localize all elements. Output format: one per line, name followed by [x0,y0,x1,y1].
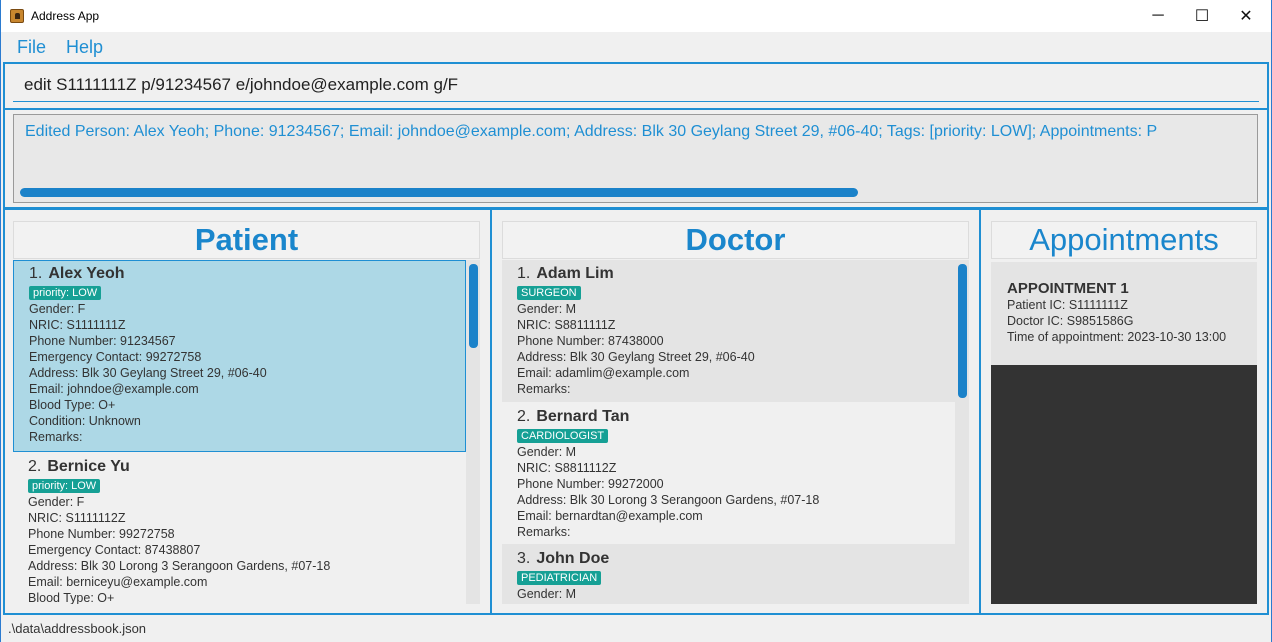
doctor-list: 1. Adam Lim SURGEON Gender: M NRIC: S8811… [502,260,969,604]
specialty-tag: PEDIATRICIAN [517,571,602,585]
specialty-tag: SURGEON [517,286,581,300]
result-horizontal-scrollbar[interactable] [20,188,858,197]
doctor-card[interactable]: 3. John Doe PEDIATRICIAN Gender: M [502,544,955,604]
window-title: Address App [31,9,100,23]
patient-list: 1. Alex Yeoh priority: LOW Gender: F NRIC… [13,260,480,604]
doctor-email: Email: adamlim@example.com [517,366,690,380]
doctor-card[interactable]: 1. Adam Lim SURGEON Gender: M NRIC: S8811… [502,260,955,402]
patient-emergency-contact: Emergency Contact: 87438807 [28,543,201,557]
minimize-button[interactable]: ─ [1135,0,1181,32]
patient-phone: Phone Number: 99272758 [28,527,175,541]
doctor-name: 3. John Doe [517,550,610,567]
doctor-phone: Phone Number: 99272000 [517,477,664,491]
patient-nric: NRIC: S1111111Z [29,318,126,332]
command-input[interactable] [13,68,1259,102]
maximize-button[interactable]: ☐ [1179,0,1225,32]
patient-header: Patient [13,221,480,259]
appointments-header: Appointments [991,221,1257,259]
doctor-gender: Gender: M [517,445,577,459]
patient-card-selected[interactable]: 1. Alex Yeoh priority: LOW Gender: F NRIC… [13,260,466,452]
patient-list-scrollbar[interactable] [469,264,478,348]
doctor-address: Address: Blk 30 Lorong 3 Serangoon Garde… [517,493,820,507]
title-bar [1,0,1271,32]
close-button[interactable]: ✕ [1223,0,1269,32]
menu-help[interactable]: Help [66,37,103,58]
save-location: .\data\addressbook.json [8,621,147,636]
status-bar [1,616,1271,642]
specialty-tag: CARDIOLOGIST [517,429,609,443]
patient-condition: Condition: Unknown [29,414,141,428]
appointment-time: Time of appointment: 2023-10-30 13:00 [1007,330,1227,344]
appointment-card[interactable]: APPOINTMENT 1 Patient IC: S1111111Z Doct… [991,262,1257,365]
app-window: Address App ─ ☐ ✕ File Help Edited Perso… [0,0,1272,642]
doctor-address: Address: Blk 30 Geylang Street 29, #06-4… [517,350,755,364]
patient-blood-type: Blood Type: O+ [28,591,115,604]
patient-gender: Gender: F [29,302,86,316]
appointment-title: APPOINTMENT 1 [1007,280,1129,297]
priority-tag: priority: LOW [28,479,101,493]
patient-gender: Gender: F [28,495,85,509]
patient-name: 2. Bernice Yu [28,458,130,475]
result-text: Edited Person: Alex Yeoh; Phone: 9123456… [25,123,1158,140]
patient-remarks: Remarks: [29,430,83,444]
result-display: Edited Person: Alex Yeoh; Phone: 9123456… [13,114,1258,203]
doctor-remarks: Remarks: [517,525,571,539]
patient-email: Email: johndoe@example.com [29,382,199,396]
menu-file[interactable]: File [17,37,46,58]
doctor-name: 1. Adam Lim [517,265,614,282]
doctor-gender: Gender: M [517,302,577,316]
doctor-email: Email: bernardtan@example.com [517,509,703,523]
doctor-card[interactable]: 2. Bernard Tan CARDIOLOGIST Gender: M NRI… [502,402,955,544]
column-divider [979,210,981,614]
patient-name: 1. Alex Yeoh [29,265,125,282]
patient-nric: NRIC: S1111112Z [28,511,126,525]
appointment-doctor-ic: Doctor IC: S9851586G [1007,314,1134,328]
patient-address: Address: Blk 30 Geylang Street 29, #06-4… [29,366,267,380]
patient-blood-type: Blood Type: O+ [29,398,116,412]
menu-bar [1,32,1271,62]
doctor-name: 2. Bernard Tan [517,408,630,425]
doctor-phone: Phone Number: 87438000 [517,334,664,348]
priority-tag: priority: LOW [29,286,102,300]
doctor-list-scrollbar[interactable] [958,264,967,398]
doctor-header: Doctor [502,221,969,259]
patient-phone: Phone Number: 91234567 [29,334,176,348]
patient-email: Email: berniceyu@example.com [28,575,208,589]
doctor-nric: NRIC: S8811112Z [517,461,617,475]
address-book-icon [10,9,24,23]
appointment-patient-ic: Patient IC: S1111111Z [1007,298,1128,312]
patient-address: Address: Blk 30 Lorong 3 Serangoon Garde… [28,559,331,573]
patient-card[interactable]: 2. Bernice Yu priority: LOW Gender: F NRI… [13,452,466,604]
column-divider [490,210,492,614]
doctor-remarks: Remarks: [517,382,571,396]
appointments-empty-area [991,365,1257,604]
patient-emergency-contact: Emergency Contact: 99272758 [29,350,202,364]
doctor-nric: NRIC: S8811111Z [517,318,616,332]
doctor-gender: Gender: M [517,587,577,601]
